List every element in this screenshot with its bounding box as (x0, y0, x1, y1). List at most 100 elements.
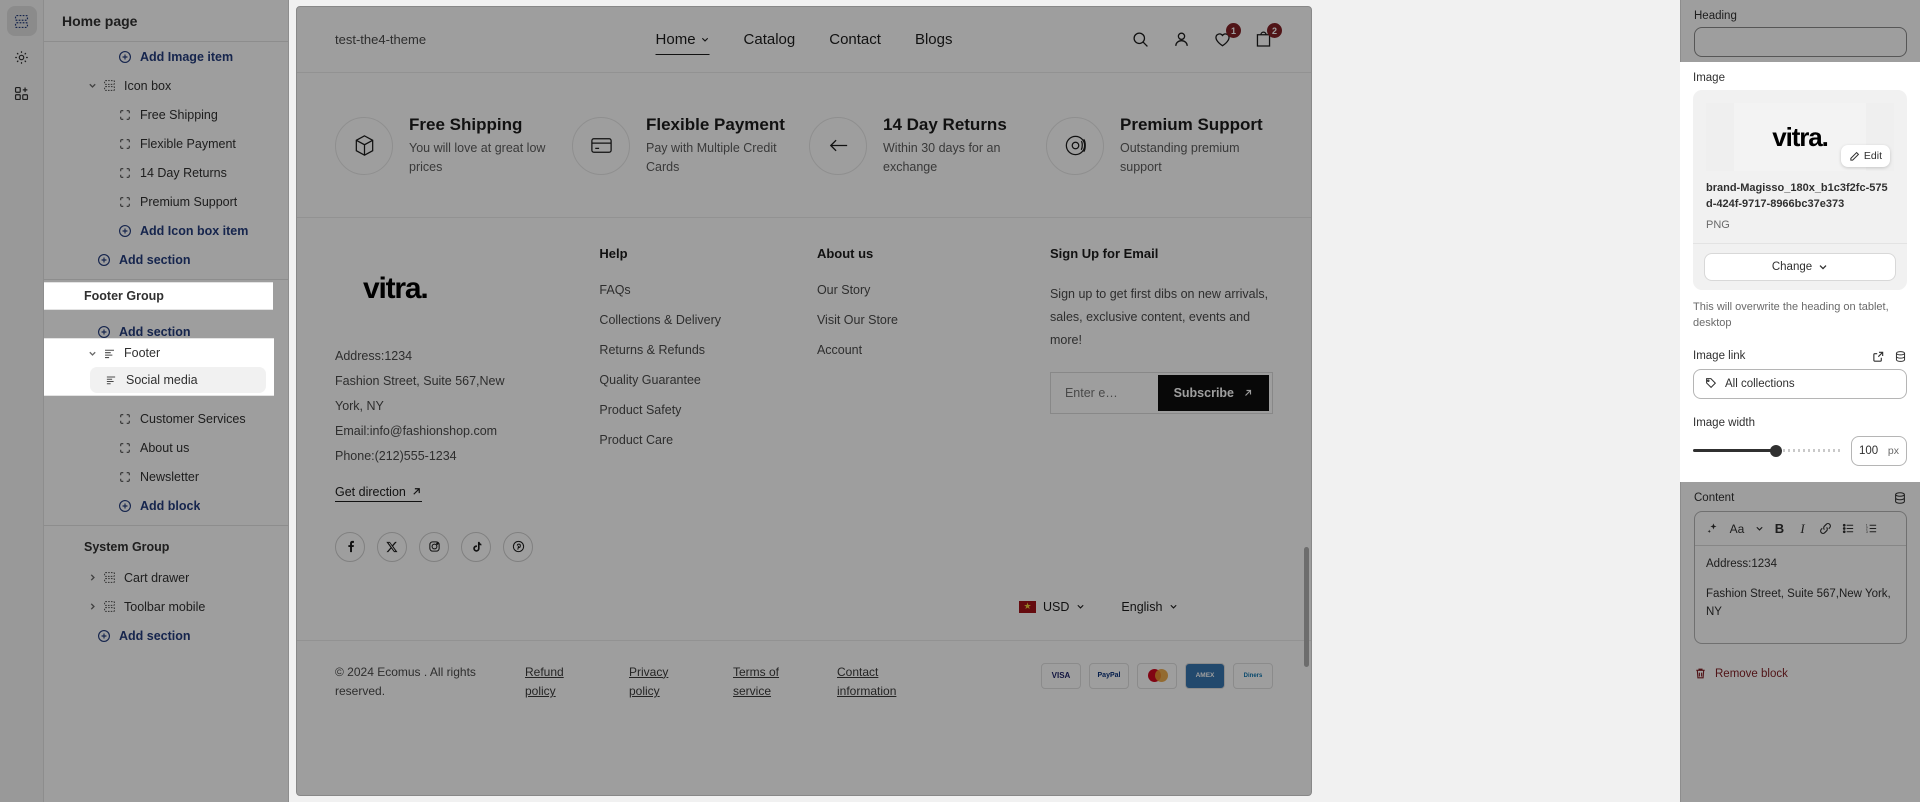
policy-link-refund[interactable]: Refund policy (525, 663, 587, 703)
sidebar-section-icon-box[interactable]: Icon box (44, 71, 288, 100)
nav-item-blogs[interactable]: Blogs (915, 31, 953, 48)
email-input[interactable] (1064, 385, 1143, 400)
wishlist-heart-icon[interactable]: 1 (1213, 23, 1241, 49)
numbered-list-icon[interactable]: 123 (1860, 517, 1883, 540)
sidebar-section-toolbar-mobile[interactable]: Toolbar mobile (44, 592, 288, 621)
sidebar-block-premium-support[interactable]: Premium Support (44, 187, 288, 216)
newsletter-title: Sign Up for Email (1049, 245, 1159, 261)
block-icon (116, 138, 134, 150)
get-direction-link[interactable]: Get direction (335, 485, 422, 502)
footer-link[interactable]: Collections & Delivery (599, 313, 807, 327)
external-link-icon[interactable] (1872, 350, 1885, 363)
footer-link[interactable]: Returns & Refunds (599, 343, 807, 357)
sidebar-block-flexible-payment[interactable]: Flexible Payment (44, 129, 288, 158)
bold-icon[interactable]: B (1768, 517, 1791, 540)
image-filetype: PNG (1706, 218, 1730, 231)
sidebar-section-cart-drawer[interactable]: Cart drawer (44, 563, 288, 592)
footer-link[interactable]: Account (817, 343, 1040, 357)
sidebar-row-label: Add block (140, 498, 201, 513)
footer-link[interactable]: Product Care (599, 433, 807, 447)
highlight-social-media-label: Social media (126, 373, 198, 387)
footer-link[interactable]: Our Story (817, 283, 1040, 297)
text-block-icon (102, 374, 120, 386)
edit-image-button[interactable]: Edit (1840, 145, 1890, 167)
image-width-numberbox[interactable]: 100 px (1851, 435, 1907, 466)
footer-link[interactable]: Visit Our Store (817, 313, 1040, 327)
policy-link-contact[interactable]: Contact information (837, 663, 917, 703)
social-links (335, 531, 577, 562)
bullet-list-icon[interactable] (1837, 517, 1860, 540)
chevron-right-icon[interactable] (84, 602, 100, 611)
nav-item-catalog[interactable]: Catalog (744, 31, 796, 48)
pinterest-icon[interactable] (503, 531, 533, 562)
sidebar-block-14-day-returns[interactable]: 14 Day Returns (44, 158, 288, 187)
image-thumbnail: vitra. Edit (1706, 103, 1894, 171)
search-icon[interactable] (1131, 30, 1150, 49)
subscribe-button[interactable]: Subscribe (1157, 374, 1269, 411)
highlight-row-social-media[interactable]: Social media (90, 367, 266, 393)
nav-item-home[interactable]: Home (655, 31, 710, 55)
account-icon[interactable] (1172, 30, 1191, 49)
slider-knob[interactable] (1769, 444, 1782, 457)
policy-link-terms[interactable]: Terms of service (733, 663, 795, 703)
plus-circle-icon (116, 499, 134, 513)
sidebar-row-label: Toolbar mobile (124, 599, 206, 614)
sidebar-block-free-shipping[interactable]: Free Shipping (44, 100, 288, 129)
rte-content[interactable]: Address:1234 Fashion Street, Suite 567,N… (1695, 546, 1906, 643)
sidebar-block-customer-services[interactable]: Customer Services (44, 404, 288, 433)
highlight-footer-group[interactable]: Footer Group (44, 282, 273, 310)
tiktok-icon[interactable] (461, 531, 491, 562)
change-image-button[interactable]: Change (1704, 252, 1896, 281)
chevron-down-icon[interactable] (84, 81, 100, 90)
section-tree: Add Image item Icon box Free Shipping Fl… (44, 42, 288, 802)
dynamic-source-icon[interactable] (1893, 491, 1907, 505)
rail-item-apps[interactable] (7, 78, 37, 108)
image-width-slider[interactable] (1693, 444, 1841, 457)
footer-address-line: Phone:(212)555-1234 (335, 448, 457, 463)
language-selector[interactable]: English (1121, 600, 1178, 614)
facebook-icon[interactable] (335, 531, 365, 562)
sidebar-add-image-item[interactable]: Add Image item (44, 42, 288, 71)
chevron-down-icon (1818, 262, 1828, 272)
sidebar-add-block[interactable]: Add block (44, 491, 288, 520)
sidebar-system-add-section[interactable]: Add section (44, 621, 288, 650)
footer-link[interactable]: Product Safety (599, 403, 807, 417)
remove-block-button[interactable]: Remove block (1681, 658, 1920, 689)
image-link-picker[interactable]: All collections (1693, 368, 1907, 399)
dynamic-source-icon[interactable] (1894, 350, 1907, 363)
cart-bag-icon[interactable]: 2 (1254, 23, 1282, 49)
feature-free-shipping: Free Shipping You will love at great low… (335, 115, 562, 177)
policy-link-privacy[interactable]: Privacy policy (629, 663, 691, 703)
sidebar-block-about-us[interactable]: About us (44, 433, 288, 462)
chevron-down-icon[interactable] (84, 349, 100, 358)
sidebar-row-label: Add section (119, 628, 191, 643)
rail-item-theme-settings[interactable] (7, 42, 37, 72)
ai-sparkle-icon[interactable] (1701, 517, 1724, 540)
font-size-icon[interactable]: Aa (1724, 517, 1750, 540)
currency-selector[interactable]: ★ USD (1019, 600, 1085, 614)
x-twitter-icon[interactable] (377, 531, 407, 562)
payment-paypal-icon: PayPal (1089, 662, 1129, 689)
instagram-icon[interactable] (419, 531, 449, 562)
preview-scrollbar[interactable] (1304, 547, 1309, 667)
block-icon (116, 109, 134, 121)
plus-circle-icon (95, 629, 113, 643)
chevron-down-icon[interactable] (1750, 517, 1768, 540)
heading-input[interactable] (1694, 27, 1907, 57)
italic-icon[interactable]: I (1791, 517, 1814, 540)
plus-circle-icon (116, 224, 134, 238)
heading-setting: Heading (1681, 0, 1920, 71)
sidebar-add-section-top[interactable]: Add section (44, 245, 288, 274)
highlight-row-footer[interactable]: Footer (44, 339, 274, 367)
svg-text:3: 3 (1866, 530, 1868, 534)
chevron-right-icon[interactable] (84, 573, 100, 582)
nav-item-contact[interactable]: Contact (829, 31, 881, 48)
footer-link[interactable]: FAQs (599, 283, 807, 297)
content-setting: Content Aa B I 1 2 3 Address:1234 Fashio… (1681, 491, 1920, 658)
sidebar-add-icon-box-item[interactable]: Add Icon box item (44, 216, 288, 245)
footer-link[interactable]: Quality Guarantee (599, 373, 807, 387)
rte-line: Fashion Street, Suite 567,New York, NY (1706, 587, 1891, 618)
sidebar-block-newsletter[interactable]: Newsletter (44, 462, 288, 491)
rail-item-sections[interactable] (6, 6, 37, 36)
link-icon[interactable] (1814, 517, 1837, 540)
